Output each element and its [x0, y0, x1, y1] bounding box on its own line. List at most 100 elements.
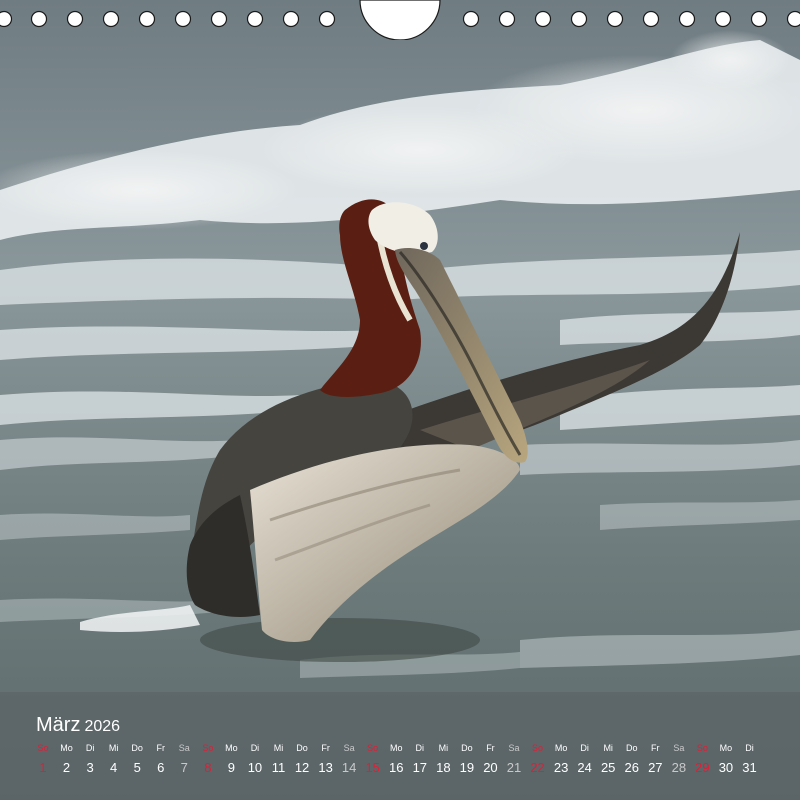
- day-cell: Mo 16: [383, 742, 409, 776]
- day-number: 7: [180, 760, 188, 775]
- day-cell: Sa 7: [171, 742, 197, 776]
- weekday-label: Do: [296, 743, 308, 753]
- day-cell: Di 10: [242, 742, 268, 776]
- calendar-binding: [0, 0, 800, 40]
- day-number: 3: [86, 760, 94, 775]
- weekday-label: Sa: [673, 743, 685, 753]
- weekday-label: Di: [580, 743, 589, 753]
- hanger-notch-icon: [359, 0, 441, 40]
- day-cell: Fr 27: [642, 742, 668, 776]
- day-cell: So 1: [30, 742, 56, 776]
- weekday-label: Do: [625, 743, 638, 753]
- day-cell: Do 26: [619, 742, 645, 776]
- day-number: 28: [671, 760, 687, 775]
- day-cell: Di 3: [77, 742, 103, 776]
- day-cell: So 8: [195, 742, 221, 776]
- month-name: März: [36, 714, 81, 736]
- day-number: 12: [294, 760, 310, 775]
- weekday-label: Mo: [60, 743, 73, 753]
- day-number: 5: [133, 760, 141, 775]
- weekday-label: Mi: [438, 743, 449, 753]
- weekday-label: Mo: [554, 743, 568, 753]
- day-cell: Di 17: [407, 742, 433, 776]
- day-cell: Mo 30: [713, 742, 739, 776]
- day-number: 18: [436, 760, 451, 775]
- day-number: 23: [553, 760, 569, 775]
- day-number: 1: [39, 760, 47, 775]
- day-cell: So 15: [360, 742, 386, 776]
- day-cell: Di 24: [572, 742, 598, 776]
- day-number: 19: [459, 760, 475, 775]
- day-number: 9: [227, 760, 235, 775]
- day-cell: Sa 14: [336, 742, 362, 776]
- weekday-label: So: [696, 743, 708, 753]
- day-number: 31: [742, 760, 757, 775]
- day-number: 10: [247, 760, 263, 775]
- day-number: 16: [389, 760, 404, 775]
- day-cell: Fr 6: [148, 742, 174, 776]
- weekday-label: Sa: [508, 743, 520, 753]
- weekday-label: Di: [85, 743, 95, 753]
- weekday-label: Mo: [719, 743, 733, 753]
- day-number: 4: [110, 760, 118, 775]
- day-cell: So 29: [689, 742, 715, 776]
- weekday-label: Mo: [389, 743, 403, 753]
- weekday-label: Di: [250, 743, 260, 753]
- eye: [420, 242, 428, 250]
- day-number: 8: [204, 760, 212, 775]
- day-cell: Sa 28: [666, 742, 692, 776]
- pelican-photo: [0, 0, 800, 800]
- weekday-label: Sa: [178, 743, 190, 753]
- day-number: 14: [341, 760, 357, 775]
- day-number: 29: [695, 760, 710, 775]
- weekday-label: Do: [461, 743, 473, 753]
- weekday-label: Sa: [343, 743, 355, 753]
- day-cell: So 22: [525, 742, 551, 776]
- weekday-label: So: [367, 743, 379, 753]
- weekday-label: Do: [131, 743, 143, 753]
- day-cell: Mi 25: [595, 742, 621, 776]
- year-label: 2026: [84, 718, 121, 735]
- weekday-label: Mo: [225, 743, 238, 753]
- day-cell: Fr 20: [477, 742, 503, 776]
- day-cell: Di 31: [737, 742, 763, 776]
- weekday-label: Mi: [273, 743, 284, 753]
- day-cell: Mo 9: [218, 742, 244, 776]
- day-number: 30: [718, 760, 734, 775]
- day-cell: Mi 4: [101, 742, 127, 776]
- weekday-label: Fr: [156, 743, 166, 753]
- weekday-label: Fr: [321, 743, 330, 753]
- day-cell: Do 5: [124, 742, 150, 776]
- day-number: 13: [318, 760, 333, 775]
- weekday-label: Fr: [486, 743, 495, 753]
- day-number: 21: [506, 760, 522, 775]
- day-number: 27: [648, 760, 663, 775]
- day-number: 24: [577, 760, 592, 775]
- day-cell: Sa 21: [501, 742, 527, 776]
- day-cell: Fr 13: [313, 742, 339, 776]
- day-number: 25: [600, 760, 616, 775]
- day-number: 22: [530, 760, 545, 775]
- weekday-label: So: [532, 743, 544, 753]
- weekday-label: So: [37, 743, 49, 753]
- day-number: 26: [624, 760, 639, 775]
- day-number: 20: [483, 760, 498, 775]
- weekday-label: Di: [745, 743, 754, 753]
- day-number: 15: [365, 760, 380, 775]
- day-number: 6: [157, 760, 165, 775]
- weekday-label: So: [202, 743, 214, 753]
- day-number: 2: [62, 760, 71, 775]
- day-cell: Mi 11: [266, 742, 292, 776]
- month-title: März 2026: [36, 713, 120, 739]
- weekday-label: Di: [415, 743, 425, 753]
- day-cell: Do 19: [454, 742, 480, 776]
- day-number: 11: [271, 760, 286, 775]
- day-cell: Mi 18: [430, 742, 456, 776]
- weekday-label: Mi: [603, 743, 613, 753]
- weekday-label: Mi: [108, 743, 119, 753]
- day-cell: Do 12: [289, 742, 315, 776]
- weekday-label: Fr: [651, 743, 660, 753]
- day-cell: Mo 23: [548, 742, 574, 776]
- day-number: 17: [412, 760, 428, 775]
- day-cell: Mo 2: [54, 742, 80, 776]
